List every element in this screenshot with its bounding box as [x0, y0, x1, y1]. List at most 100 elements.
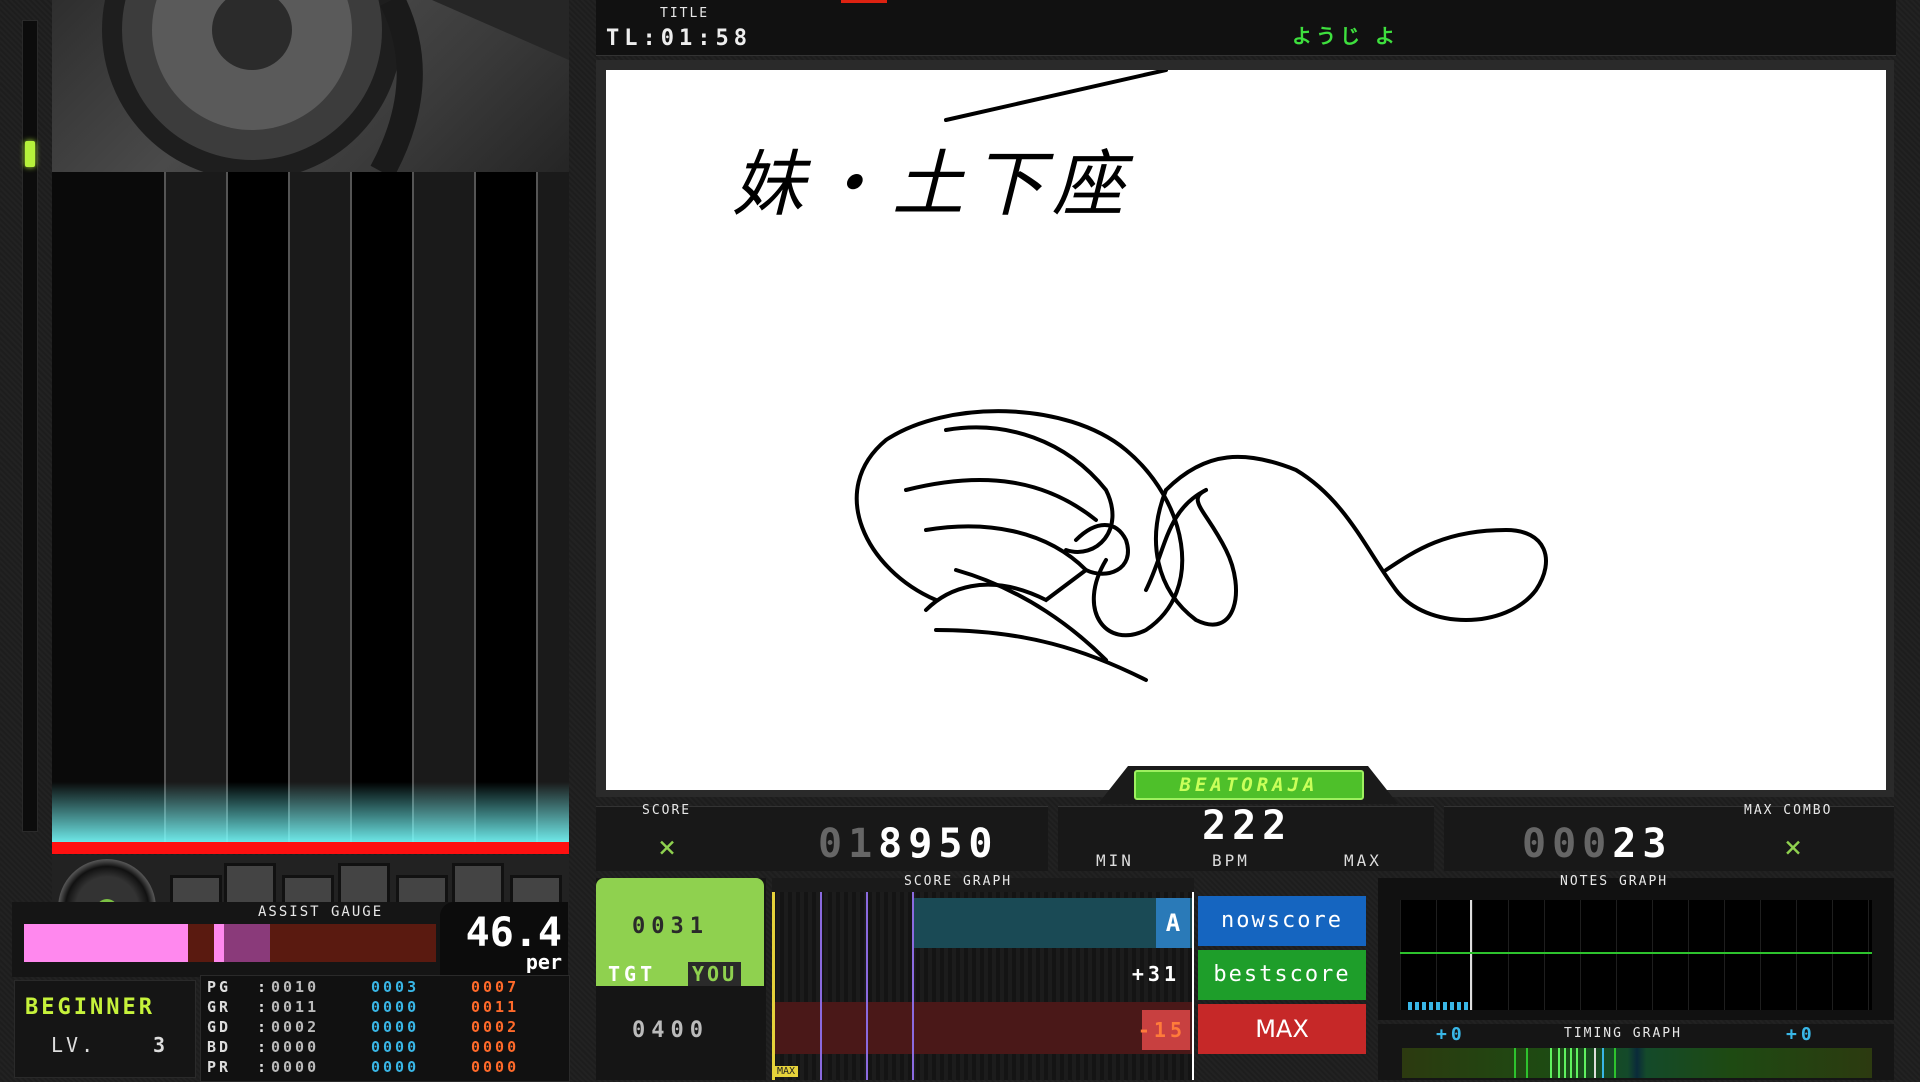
notes-graph: NOTES GRAPH — [1378, 874, 1894, 1020]
judge-red: 0002 — [471, 1018, 520, 1036]
you-label: YOU — [688, 962, 742, 986]
score-diff-best: +31 — [1131, 962, 1180, 986]
judge-red: 0000 — [471, 1058, 520, 1076]
judge-red: 0007 — [471, 978, 520, 996]
judge-current: 0000 — [271, 1058, 320, 1076]
max-tag: MAX — [774, 1066, 799, 1077]
judge-label: BD — [207, 1038, 232, 1056]
judge-row-pg: PG:0010 0003 0007 — [207, 978, 561, 998]
judge-current: 0011 — [271, 998, 320, 1016]
now-score-button[interactable]: nowscore — [1198, 896, 1366, 946]
note-lanes — [52, 172, 569, 842]
grade-badge: A — [1156, 898, 1190, 948]
judge-blue: 0003 — [371, 978, 420, 996]
judge-blue: 0000 — [371, 1058, 420, 1076]
assist-gauge-label: ASSIST GAUGE — [258, 904, 384, 920]
assist-gauge-track — [24, 924, 436, 962]
judge-row-gd: GD:0002 0000 0002 — [207, 1018, 561, 1038]
judge-row-pr: PR:0000 0000 0000 — [207, 1058, 561, 1078]
best-score-button[interactable]: bestscore — [1198, 950, 1366, 1000]
graph-now-band — [914, 898, 1194, 948]
song-title: ようじ よ — [1292, 24, 1399, 48]
timing-graph: +0 TIMING GRAPH +0 — [1378, 1024, 1894, 1080]
tgt-label: TGT — [608, 962, 657, 986]
progress-bar-track — [22, 20, 38, 832]
bga-canvas: 妹・土下座 — [606, 70, 1886, 790]
combo-value-dim: 000 — [1522, 821, 1613, 867]
time-left: TL:01:58 — [606, 26, 752, 51]
header-bar: TITLE TL:01:58 ようじ よ — [596, 0, 1896, 56]
graph-marker-3 — [866, 892, 868, 1080]
graph-marker-4 — [912, 892, 914, 1080]
progress-indicator — [25, 141, 35, 167]
score-value-main: 8950 — [878, 821, 999, 867]
notes-graph-progress — [1470, 900, 1472, 1010]
assist-gauge-panel: ASSIST GAUGE 46.4 per — [12, 902, 568, 977]
max-button[interactable]: MAX — [1198, 1004, 1366, 1054]
target-score: 0400 — [632, 1018, 709, 1043]
score-graph-label: SCORE GRAPH — [904, 874, 1013, 889]
bpm-max-label: MAX — [1344, 851, 1382, 870]
score-value: 018950 — [818, 821, 999, 867]
now-score-label: nowscore — [1221, 908, 1343, 933]
combo-value-main: 23 — [1612, 821, 1673, 867]
combo-label: MAX COMBO — [1744, 803, 1833, 818]
target-panel: 0031 TGT YOU 0400 — [596, 878, 766, 1080]
graph-current-line — [1192, 892, 1194, 1080]
score-graph: SCORE GRAPH A +31 -15 MAX — [772, 874, 1194, 1080]
graph-marker-2 — [820, 892, 822, 1080]
target-value: 0031 — [632, 914, 709, 939]
combo-panel: MAX COMBO 00023 ⨯ — [1444, 803, 1894, 871]
graph-max-band — [772, 1002, 1194, 1054]
difficulty-panel: BEGINNER LV. 3 — [14, 980, 196, 1078]
brand-tab: BEATORAJA — [1098, 762, 1398, 804]
timing-left: +0 — [1436, 1024, 1466, 1045]
judge-blue: 0000 — [371, 1038, 420, 1056]
bpm-label: BPM — [1212, 851, 1250, 870]
judge-current: 0002 — [271, 1018, 320, 1036]
judge-label: GD — [207, 1018, 232, 1036]
notes-graph-area — [1400, 900, 1872, 1010]
level-value: 3 — [153, 1033, 166, 1057]
max-label: MAX — [1255, 1015, 1309, 1043]
bpm-value: 222 — [1202, 803, 1293, 849]
timing-right: +0 — [1786, 1024, 1816, 1045]
notes-graph-midline — [1400, 952, 1872, 954]
assist-gauge-border-marker — [214, 924, 224, 962]
score-cross-icon: ⨯ — [658, 830, 677, 865]
judge-blue: 0000 — [371, 1018, 420, 1036]
combo-cross-icon: ⨯ — [1784, 830, 1803, 865]
notes-graph-label: NOTES GRAPH — [1560, 874, 1669, 889]
judge-row-gr: GR:0011 0000 0011 — [207, 998, 561, 1018]
assist-gauge-unit: per — [525, 950, 562, 974]
judge-row-bd: BD:0000 0000 0000 — [207, 1038, 561, 1058]
judge-label: PG — [207, 978, 232, 996]
bpm-min-label: MIN — [1096, 851, 1134, 870]
judge-label: PR — [207, 1058, 232, 1076]
grade-value: A — [1165, 909, 1181, 937]
timing-bar — [1402, 1048, 1872, 1078]
judge-line — [52, 842, 569, 854]
level-label: LV. — [51, 1033, 97, 1057]
judge-current: 0010 — [271, 978, 320, 996]
combo-value: 00023 — [1522, 821, 1672, 867]
judge-current: 0000 — [271, 1038, 320, 1056]
score-panel: SCORE ⨯ 018950 — [596, 803, 1048, 871]
difficulty-name: BEGINNER — [25, 995, 155, 1020]
assist-gauge-value-box: 46.4 per — [440, 902, 568, 977]
judge-red: 0000 — [471, 1038, 520, 1056]
brand-label: BEATORAJA — [1179, 774, 1319, 796]
judge-blue: 0000 — [371, 998, 420, 1016]
judge-count-panel: PG:0010 0003 0007 GR:0011 0000 0011 GD:0002 000… — [200, 975, 570, 1082]
drawing-sketch — [854, 70, 1548, 682]
bga-video — [52, 0, 569, 172]
score-diff-max-value: -15 — [1137, 1018, 1186, 1042]
graph-marker-1 — [772, 892, 775, 1080]
best-score-label: bestscore — [1213, 962, 1351, 987]
bpm-panel: 222 MIN BPM MAX — [1058, 803, 1434, 871]
notes-bar — [1408, 1002, 1468, 1010]
bga-frame: 妹・土下座 — [596, 60, 1894, 797]
judge-red: 0011 — [471, 998, 520, 1016]
assist-gauge-fill — [24, 924, 189, 962]
brand-badge: BEATORAJA — [1134, 770, 1364, 800]
